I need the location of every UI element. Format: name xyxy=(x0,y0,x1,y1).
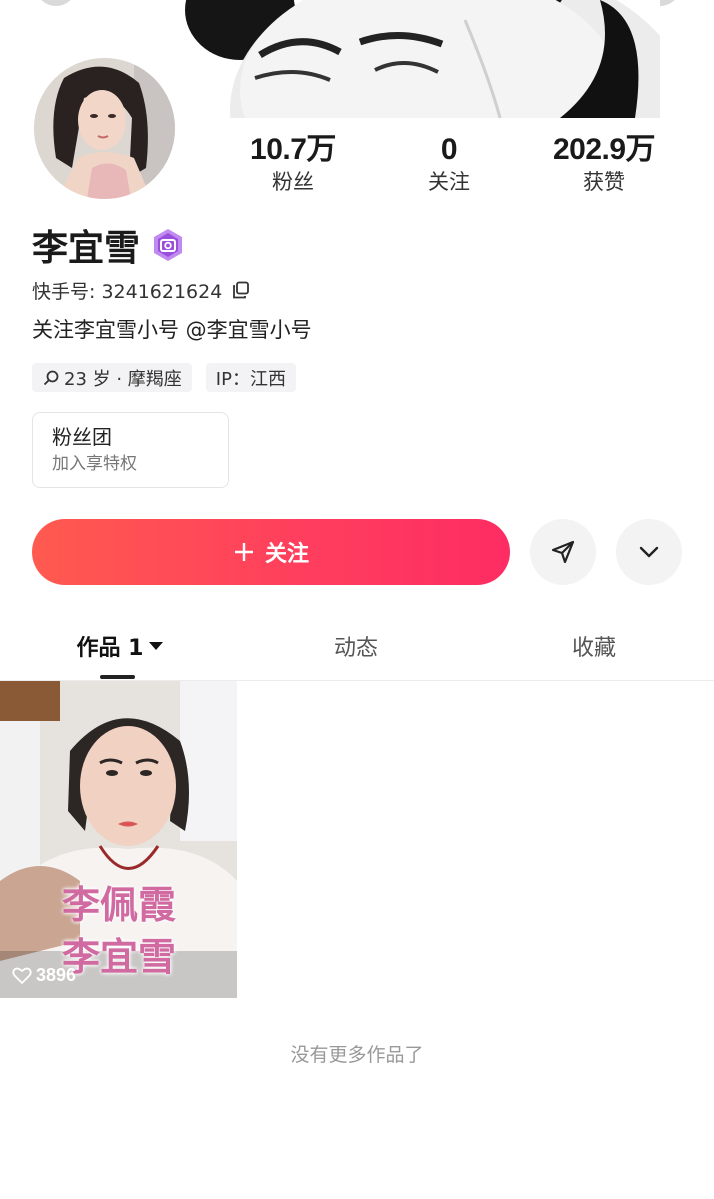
user-id-text: 快手号: 3241621624 xyxy=(32,280,223,303)
user-id-row: 快手号: 3241621624 xyxy=(32,277,250,303)
stat-followers[interactable]: 10.7万 粉丝 xyxy=(213,133,373,197)
stat-following-label: 关注 xyxy=(428,170,470,194)
profile-name: 李宜雪 xyxy=(32,228,141,269)
tab-works[interactable]: 作品 1 xyxy=(40,612,200,680)
stat-following[interactable]: 0 关注 xyxy=(369,133,529,197)
follow-button[interactable]: 关注 xyxy=(32,519,510,585)
tab-works-label: 作品 1 xyxy=(76,636,144,661)
stat-following-value: 0 xyxy=(440,133,458,166)
stat-likes[interactable]: 202.9万 获赞 xyxy=(524,133,684,197)
avatar-image xyxy=(34,58,175,199)
heart-icon xyxy=(12,967,32,984)
profile-tabs: 作品 1 动态 收藏 xyxy=(0,612,714,681)
back-button[interactable] xyxy=(36,0,76,8)
avatar[interactable] xyxy=(31,55,178,202)
tab-favorites[interactable]: 收藏 xyxy=(514,612,674,680)
fan-club-title: 粉丝团 xyxy=(52,425,112,449)
video-caption-line1: 李佩霞 xyxy=(62,883,177,927)
ip-tag: IP：江西 xyxy=(205,363,296,392)
fan-club-card[interactable]: 粉丝团 加入享特权 xyxy=(32,412,229,488)
search-icon xyxy=(43,370,59,385)
send-message-button[interactable] xyxy=(530,519,596,585)
no-more-works-text: 没有更多作品了 xyxy=(290,1044,424,1066)
ip-tag-text: IP：江西 xyxy=(215,368,286,390)
age-tag-text: 23 岁 · 摩羯座 xyxy=(64,368,182,390)
stat-followers-value: 10.7万 xyxy=(250,133,336,166)
video-like-count: 3896 xyxy=(12,965,76,986)
verified-badge-icon[interactable] xyxy=(150,227,186,263)
stat-followers-label: 粉丝 xyxy=(272,170,314,194)
profile-tags: 23 岁 · 摩羯座 IP：江西 xyxy=(32,363,296,392)
cover-image xyxy=(180,0,660,118)
fan-club-subtitle: 加入享特权 xyxy=(52,454,137,474)
send-icon xyxy=(551,540,575,564)
more-options-button[interactable] xyxy=(616,519,682,585)
plus-icon xyxy=(234,543,253,561)
copy-icon[interactable] xyxy=(232,281,250,299)
tab-moments-label: 动态 xyxy=(333,636,378,661)
name-row: 李宜雪 xyxy=(32,222,186,269)
stat-likes-value: 202.9万 xyxy=(552,133,656,166)
caret-down-icon xyxy=(149,642,164,650)
follow-button-label: 关注 xyxy=(264,542,309,567)
video-caption-line2: 李宜雪 xyxy=(62,935,177,979)
video-like-count-text: 3896 xyxy=(36,965,77,985)
age-tag: 23 岁 · 摩羯座 xyxy=(32,363,192,392)
tab-favorites-label: 收藏 xyxy=(571,636,616,661)
stat-likes-label: 获赞 xyxy=(583,170,625,194)
video-card[interactable]: 李佩霞 李宜雪 3896 xyxy=(0,681,237,998)
profile-bio: 关注李宜雪小号 @李宜雪小号 xyxy=(32,318,312,342)
active-tab-indicator xyxy=(100,675,135,679)
tab-moments[interactable]: 动态 xyxy=(276,612,436,680)
chevron-down-icon xyxy=(639,546,659,558)
